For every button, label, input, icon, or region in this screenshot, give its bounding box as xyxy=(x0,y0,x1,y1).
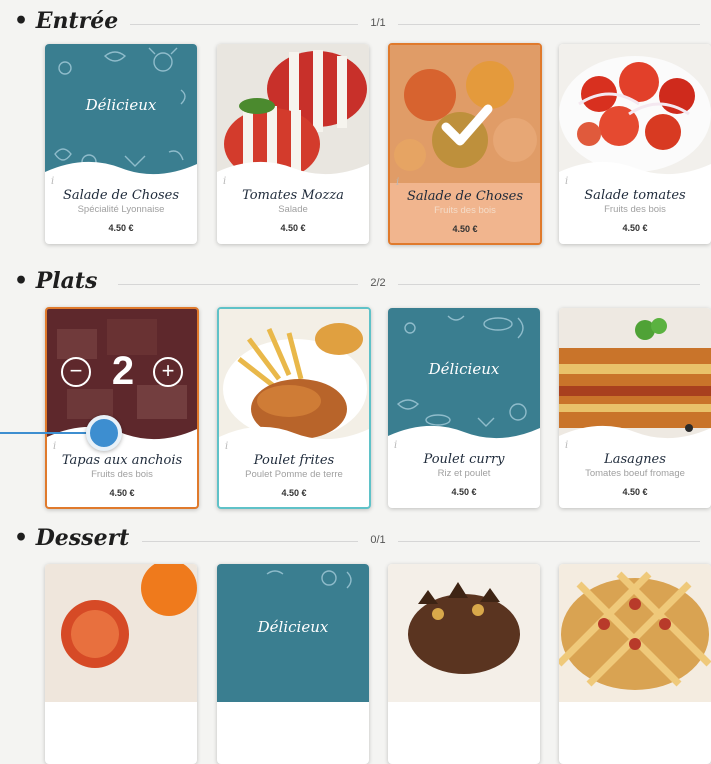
section-divider xyxy=(142,541,700,542)
tomato-mozza-photo xyxy=(217,44,369,182)
menu-card[interactable]: i Poulet frites Poulet Pomme de terre 4.… xyxy=(217,307,371,509)
decrement-button[interactable]: − xyxy=(61,357,91,387)
dish-name: Poulet frites xyxy=(253,453,335,468)
section-count: 0/1 xyxy=(358,534,398,546)
section-header-dessert: • Dessert 0/1 xyxy=(0,523,711,555)
menu-card[interactable]: Délicieux xyxy=(217,564,369,764)
tapas-photo: − 2 + xyxy=(47,309,197,447)
section-divider xyxy=(130,24,700,25)
dish-price: 4.50 € xyxy=(622,487,648,497)
food-photo-icon xyxy=(559,564,711,702)
tomato-salad-photo xyxy=(559,44,711,182)
delicieux-placeholder: Délicieux xyxy=(45,44,197,182)
section-title: • Entrée xyxy=(14,8,119,34)
dish-description: Salade xyxy=(278,204,308,215)
section-title: • Plats xyxy=(14,268,98,294)
dish-description: Spécialité Lyonnaise xyxy=(77,204,165,215)
delicieux-placeholder: Délicieux xyxy=(217,564,369,702)
card-wave xyxy=(559,161,711,182)
card-wave xyxy=(388,425,540,446)
menu-card[interactable] xyxy=(388,564,540,764)
dish-description: Fruits des bois xyxy=(434,205,496,216)
dish-price: 4.50 € xyxy=(452,224,478,234)
touch-indicator xyxy=(86,415,122,451)
card-wave xyxy=(559,425,711,446)
menu-card[interactable]: i Salade tomates Fruits des bois 4.50 € xyxy=(559,44,711,244)
dish-name: Poulet curry xyxy=(423,452,505,467)
card-wave xyxy=(217,161,369,182)
orange-dessert-photo xyxy=(45,564,197,702)
food-photo-icon xyxy=(388,564,540,702)
menu-card-selected[interactable]: i Salade de Choses Fruits des bois 4.50 … xyxy=(388,43,542,245)
salad-photo xyxy=(390,45,540,183)
menu-card[interactable]: i Tomates Mozza Salade 4.50 € xyxy=(217,44,369,244)
delicieux-placeholder: Délicieux xyxy=(388,308,540,446)
dish-description: Riz et poulet xyxy=(437,468,491,479)
dish-price: 4.50 € xyxy=(451,487,477,497)
menu-card-quantity[interactable]: − 2 + i Tapas aux anchois Fruits des boi… xyxy=(45,307,199,509)
menu-card[interactable] xyxy=(559,564,711,764)
dish-price: 4.50 € xyxy=(281,488,307,498)
dish-name: Salade de Choses xyxy=(62,188,180,203)
quantity-value: 2 xyxy=(111,349,135,393)
chicken-fries-photo xyxy=(219,309,369,447)
dish-description: Poulet Pomme de terre xyxy=(245,469,343,480)
card-wave xyxy=(219,426,369,447)
section-header-plats: • Plats 2/2 xyxy=(0,266,711,298)
dish-name: Salade de Choses xyxy=(406,189,524,204)
delicieux-label: Délicieux xyxy=(428,360,500,378)
delicieux-label: Délicieux xyxy=(85,96,157,114)
checkmark-icon xyxy=(441,104,493,146)
chocolate-cake-photo xyxy=(388,564,540,702)
menu-card[interactable] xyxy=(45,564,197,764)
dish-description: Fruits des bois xyxy=(604,204,666,215)
dish-price: 4.50 € xyxy=(280,223,306,233)
dish-description: Tomates boeuf fromage xyxy=(585,468,685,479)
delicieux-label: Délicieux xyxy=(257,618,329,636)
menu-card[interactable]: i Lasagnes Tomates boeuf fromage 4.50 € xyxy=(559,308,711,508)
section-header-entree: • Entrée 1/1 xyxy=(0,6,711,38)
dish-name: Tomates Mozza xyxy=(242,188,344,203)
food-photo-icon xyxy=(45,564,197,702)
dish-name: Salade tomates xyxy=(584,188,686,203)
section-divider xyxy=(118,284,700,285)
section-count: 2/2 xyxy=(358,277,398,289)
touch-indicator-line xyxy=(0,432,88,434)
menu-card[interactable]: Délicieux i Salade de Choses Spécialité … xyxy=(45,44,197,244)
dish-name: Lasagnes xyxy=(604,452,666,467)
section-title: • Dessert xyxy=(14,525,130,551)
dish-price: 4.50 € xyxy=(108,223,134,233)
card-wave xyxy=(45,161,197,182)
dish-name: Tapas aux anchois xyxy=(61,453,183,468)
section-count: 1/1 xyxy=(358,17,398,29)
dish-description: Fruits des bois xyxy=(91,469,153,480)
lasagna-photo xyxy=(559,308,711,446)
menu-card[interactable]: Délicieux i Poulet curry Riz et poulet 4… xyxy=(388,308,540,508)
pie-photo xyxy=(559,564,711,702)
dish-price: 4.50 € xyxy=(109,488,135,498)
increment-button[interactable]: + xyxy=(153,357,183,387)
dish-price: 4.50 € xyxy=(622,223,648,233)
